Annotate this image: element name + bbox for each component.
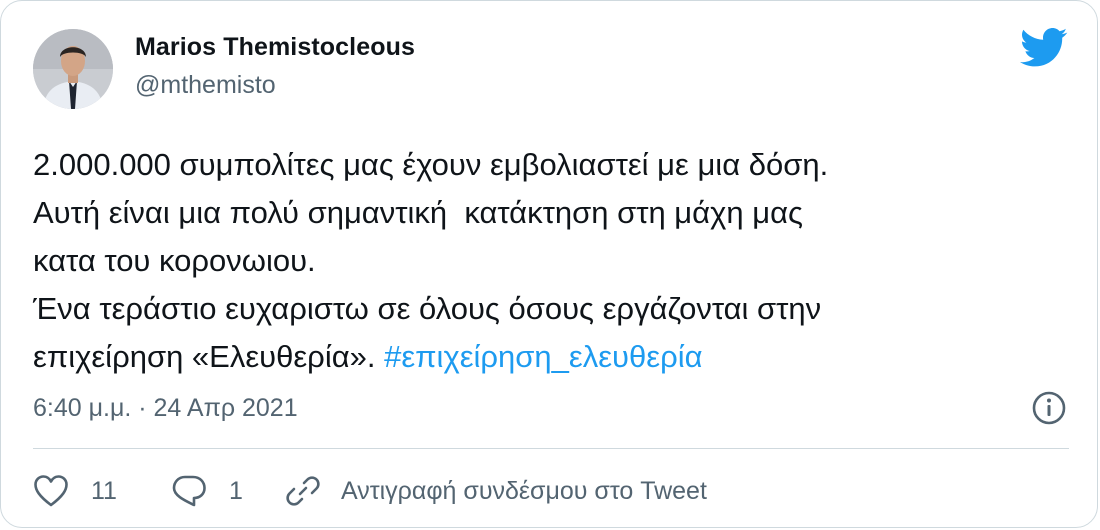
avatar[interactable] (33, 29, 113, 109)
avatar-photo (33, 29, 113, 109)
divider (33, 448, 1069, 449)
reply-button[interactable]: 1 (171, 471, 243, 511)
tweet-line: Ένα τεράστιο ευχαριστω σε όλους όσους ερ… (33, 291, 822, 326)
speech-bubble-icon (172, 475, 206, 507)
heart-icon (34, 475, 68, 507)
info-icon[interactable] (1031, 390, 1067, 426)
reply-count: 1 (229, 476, 243, 505)
hashtag-link[interactable]: #επιχείρηση_ελευθερία (384, 339, 702, 374)
tweet-card: Marios Themistocleous @mthemisto 2.000.0… (0, 0, 1098, 528)
tweet-text: 2.000.000 συμπολίτες μας έχουν εμβολιαστ… (33, 141, 1073, 381)
like-count: 11 (91, 476, 117, 505)
tweet-line: Αυτή είναι μια πολύ σημαντική κατάκτηση … (33, 195, 803, 230)
tweet-line: 2.000.000 συμπολίτες μας έχουν εμβολιαστ… (33, 147, 829, 182)
copy-link-label: Αντιγραφή συνδέσμου στο Tweet (341, 476, 707, 505)
tweet-line: επιχείρηση «Ελευθερία». (33, 339, 385, 374)
tweet-line: κατα του κορονωιου. (33, 243, 316, 278)
author-handle[interactable]: @mthemisto (135, 71, 276, 100)
link-icon (286, 476, 320, 506)
twitter-bird-icon[interactable] (1020, 28, 1068, 68)
like-button[interactable]: 11 (33, 471, 117, 511)
copy-link-button[interactable]: Αντιγραφή συνδέσμου στο Tweet (285, 471, 707, 511)
tweet-timestamp[interactable]: 6:40 μ.μ. · 24 Απρ 2021 (33, 394, 298, 423)
author-name[interactable]: Marios Themistocleous (135, 33, 415, 62)
